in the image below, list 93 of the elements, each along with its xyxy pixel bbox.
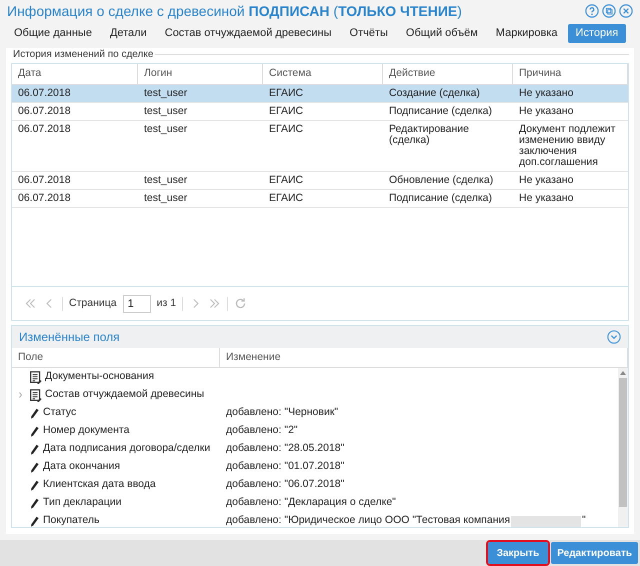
field-name: Дата окончания bbox=[43, 459, 120, 474]
table-cell-text: ЕГАИС bbox=[268, 193, 304, 204]
table-row[interactable]: 06.07.2018 test_user ЕГАИС Подписание (сделка) Не указано bbox=[12, 103, 628, 121]
tree-row[interactable]: Покупатель добавлено: "Юридическое лицо ООО "Тестовая компания " bbox=[12, 512, 618, 530]
first-page-icon bbox=[24, 297, 37, 310]
change-value: добавлено: "Декларация о сделке" bbox=[226, 495, 396, 510]
table-cell-text: 06.07.2018 bbox=[17, 88, 72, 99]
table-cell-text: ЕГАИС bbox=[268, 124, 304, 137]
column-header[interactable]: Логин bbox=[138, 64, 263, 84]
change-value: добавлено: "28.05.2018" bbox=[226, 441, 344, 456]
field-name: Статус bbox=[43, 405, 76, 420]
table-cell-text: test_user bbox=[143, 175, 188, 186]
pencil-icon bbox=[29, 460, 40, 474]
change-value: добавлено: "Юридическое лицо ООО "Тестовая компания bbox=[226, 513, 510, 528]
table-row[interactable]: 06.07.2018 test_user ЕГАИС Обновление (сделка) Не указано bbox=[12, 172, 628, 190]
table-cell-text: Не указано bbox=[518, 106, 574, 117]
tree-row[interactable]: Состав отчуждаемой древесины bbox=[12, 386, 618, 404]
tree-row[interactable]: Документы-основания bbox=[12, 368, 618, 386]
page-field[interactable]: 1 bbox=[122, 294, 151, 312]
tree-row[interactable]: Дата подписания договора/сделки добавлено: "28.05.2018" bbox=[12, 440, 618, 458]
tab[interactable]: Общие данные bbox=[6, 24, 100, 42]
tree-row[interactable]: Номер документа добавлено: "2" bbox=[12, 422, 618, 440]
tab[interactable]: Маркировка bbox=[488, 24, 566, 42]
expand-icon[interactable] bbox=[17, 391, 25, 399]
tab[interactable]: Отчёты bbox=[342, 24, 396, 42]
tab[interactable]: Состав отчуждаемой древесины bbox=[156, 24, 340, 42]
column-header[interactable]: Дата bbox=[12, 64, 138, 84]
close-icon bbox=[619, 4, 633, 18]
field-name: Документы-основания bbox=[45, 369, 154, 384]
column-header[interactable]: Система bbox=[263, 64, 383, 84]
column-header[interactable]: Поле bbox=[12, 348, 220, 367]
table-cell-text: 06.07.2018 bbox=[17, 193, 72, 204]
refresh-icon bbox=[234, 297, 248, 310]
page-label: Страница bbox=[69, 296, 117, 311]
table-cell-text: test_user bbox=[143, 124, 188, 137]
change-value: добавлено: "01.07.2018" bbox=[226, 459, 344, 474]
pencil-icon bbox=[29, 514, 40, 528]
tab[interactable]: Общий объём bbox=[398, 24, 486, 42]
column-header[interactable]: Причина bbox=[513, 64, 628, 84]
change-value: добавлено: "2" bbox=[226, 423, 298, 438]
table-cell-text: Редактирование (сделка) bbox=[388, 124, 470, 148]
table-cell-text: Обновление (сделка) bbox=[388, 175, 494, 186]
change-value: добавлено: "Черновик" bbox=[226, 405, 338, 420]
table-cell-text: Не указано bbox=[518, 175, 574, 186]
table-row[interactable]: 06.07.2018 test_user ЕГАИС Создание (сделка) Не указано bbox=[12, 85, 628, 103]
column-header[interactable]: Действие bbox=[383, 64, 513, 84]
table-cell-text: ЕГАИС bbox=[268, 88, 304, 99]
copy-icon bbox=[602, 4, 616, 18]
table-cell-text: ЕГАИС bbox=[268, 175, 304, 186]
chevron-circle-icon bbox=[607, 330, 621, 344]
table-cell-text: test_user bbox=[143, 106, 188, 117]
table-cell-text: test_user bbox=[143, 88, 188, 99]
field-name: Тип декларации bbox=[43, 495, 122, 510]
pencil-icon bbox=[29, 442, 40, 456]
table-cell-text: 06.07.2018 bbox=[17, 175, 72, 186]
pencil-icon bbox=[29, 478, 40, 492]
table-cell-text: 06.07.2018 bbox=[17, 106, 72, 117]
table-cell-text: Подписание (сделка) bbox=[388, 193, 493, 204]
tree-row[interactable]: Тип декларации добавлено: "Декларация о сделке" bbox=[12, 494, 618, 512]
tree-row[interactable]: Дата окончания добавлено: "01.07.2018" bbox=[12, 458, 618, 476]
table-cell-text: Не указано bbox=[518, 193, 574, 204]
table-cell-text: ЕГАИС bbox=[268, 106, 304, 117]
pencil-icon bbox=[29, 406, 40, 420]
panel-title: Изменённые поля bbox=[19, 329, 120, 346]
last-page-icon bbox=[208, 297, 222, 310]
pencil-icon bbox=[29, 424, 40, 438]
field-name: Номер документа bbox=[43, 423, 130, 438]
field-name: Состав отчуждаемой древесины bbox=[45, 387, 204, 402]
pencil-icon bbox=[29, 496, 40, 510]
document-icon bbox=[29, 370, 42, 384]
scroll-up-icon[interactable] bbox=[620, 370, 626, 376]
field-name: Дата подписания договора/сделки bbox=[43, 441, 210, 456]
change-value: добавлено: "06.07.2018" bbox=[226, 477, 344, 492]
help-icon bbox=[585, 4, 599, 18]
table-cell-text: Документ подлежит изменению ввиду заключения доп.соглашения bbox=[518, 124, 616, 168]
field-name: Клиентская дата ввода bbox=[43, 477, 156, 492]
tree-row[interactable]: Статус добавлено: "Черновик" bbox=[12, 404, 618, 422]
column-header[interactable]: Изменение bbox=[220, 348, 628, 367]
scrollbar[interactable] bbox=[618, 368, 628, 527]
section-legend: История изменений по сделке bbox=[11, 46, 156, 62]
table-row[interactable]: 06.07.2018 test_user ЕГАИС Подписание (сделка) Не указано bbox=[12, 190, 628, 208]
tree-row[interactable]: Клиентская дата ввода добавлено: "06.07.2018" bbox=[12, 476, 618, 494]
change-value: " bbox=[582, 513, 586, 528]
tab[interactable]: Детали bbox=[102, 24, 155, 42]
table-cell-text: Подписание (сделка) bbox=[388, 106, 493, 117]
table-cell-text: test_user bbox=[143, 193, 188, 204]
window-title: Информация о сделке с древесиной ПОДПИСАН (ТОЛЬКО ЧТЕНИЕ) bbox=[7, 2, 462, 21]
table-cell-text: Создание (сделка) bbox=[388, 88, 481, 99]
page-count: из 1 bbox=[156, 296, 176, 311]
table-cell-text: 06.07.2018 bbox=[17, 124, 72, 137]
document-icon bbox=[29, 388, 42, 402]
table-cell-text: Не указано bbox=[518, 88, 574, 99]
field-name: Покупатель bbox=[43, 513, 100, 528]
